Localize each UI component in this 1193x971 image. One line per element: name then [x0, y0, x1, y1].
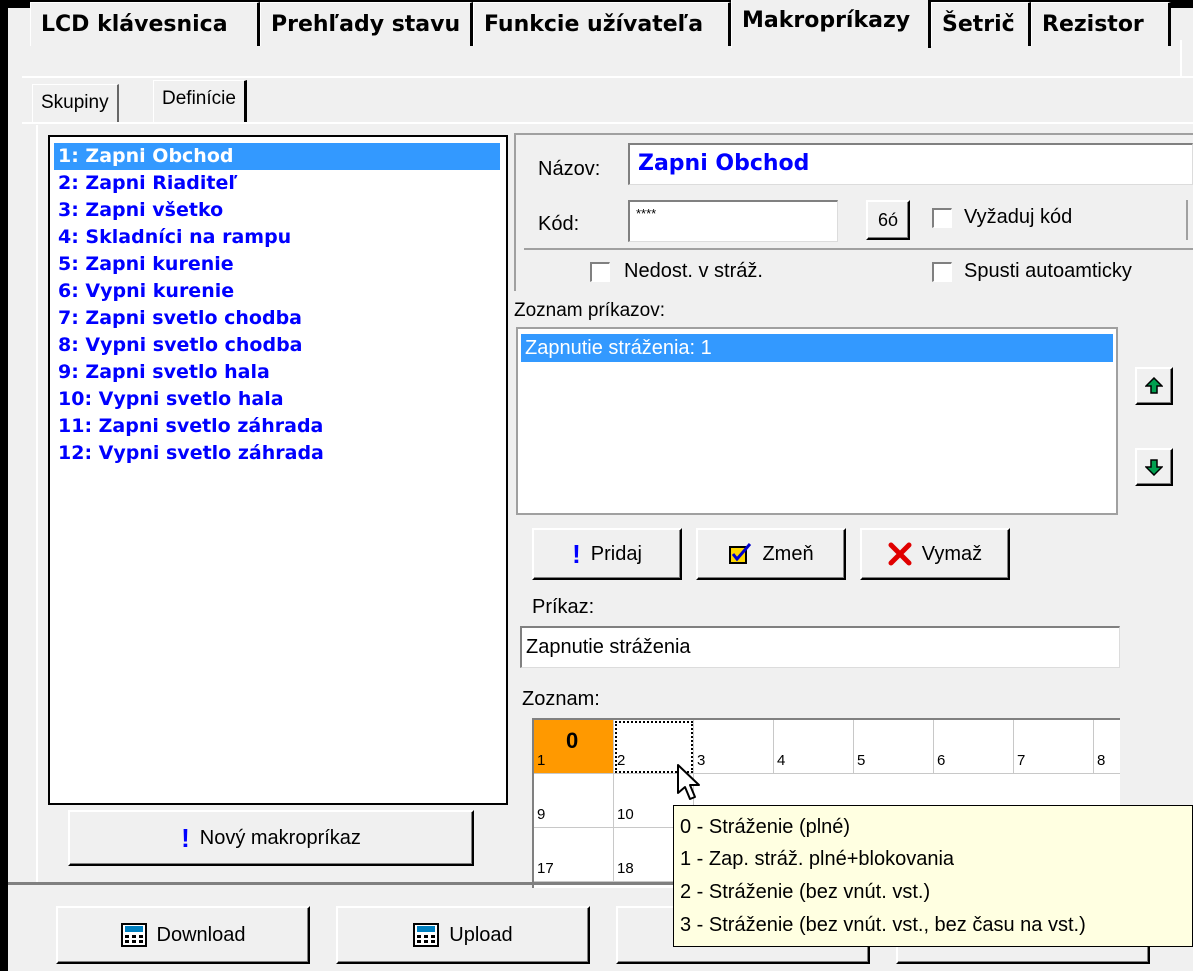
- add-command-button[interactable]: ! Pridaj: [532, 528, 682, 580]
- tooltip-line: 0 - Stráženie (plné): [680, 816, 851, 838]
- download-label: Download: [156, 923, 246, 946]
- macro-list-item[interactable]: 7: Zapni svetlo chodba: [54, 305, 500, 332]
- subtab-groups[interactable]: Skupiny: [32, 84, 119, 122]
- keypad-icon: [120, 923, 147, 947]
- commands-label: Zoznam príkazov:: [514, 300, 665, 321]
- glasses-icon: 6ó: [877, 209, 899, 230]
- grid-cell[interactable]: 7: [1014, 720, 1094, 774]
- move-up-button[interactable]: [1135, 367, 1173, 405]
- move-down-button[interactable]: [1135, 448, 1173, 486]
- grid-cell-number: 9: [537, 806, 546, 823]
- unavailable-armed-checkbox[interactable]: [590, 262, 610, 282]
- grid-cell[interactable]: 8: [1094, 720, 1120, 774]
- grid-cell-value: 0: [566, 728, 579, 753]
- grid-cell-number: 17: [537, 860, 554, 877]
- command-label: Príkaz:: [532, 596, 595, 618]
- auto-run-checkbox[interactable]: [932, 262, 952, 282]
- delete-command-button[interactable]: Vymaž: [860, 528, 1010, 580]
- grid-cell[interactable]: 3: [694, 720, 774, 774]
- new-macro-label: Nový makropríkaz: [199, 826, 361, 849]
- grid-cell-number: 1: [537, 752, 546, 769]
- unavailable-armed-label: Nedost. v stráž.: [624, 260, 763, 282]
- show-code-button[interactable]: 6ó: [866, 200, 910, 240]
- upload-label: Upload: [449, 923, 513, 946]
- details-edge: [1186, 200, 1188, 240]
- commands-list[interactable]: Zapnutie stráženia: 1: [516, 327, 1118, 515]
- tooltip-line: 3 - Stráženie (bez vnút. vst., bez času …: [680, 914, 1086, 936]
- grid-cell-number: 2: [617, 752, 626, 769]
- exclamation-icon: !: [181, 822, 190, 853]
- arrow-up-icon: [1145, 377, 1163, 394]
- name-field[interactable]: Zapni Obchod: [628, 143, 1193, 185]
- exclamation-icon: !: [572, 538, 581, 569]
- grid-cell-number: 18: [617, 860, 634, 877]
- grid-cell[interactable]: 9: [534, 774, 614, 828]
- command-field[interactable]: Zapnutie stráženia: [520, 626, 1120, 668]
- tab-lcd-keypad[interactable]: LCD klávesnica: [30, 2, 260, 46]
- macro-list-item[interactable]: 1: Zapni Obchod: [54, 143, 500, 170]
- tab-scroll-edge: [1180, 40, 1192, 76]
- auto-run-label: Spusti autoamticky: [964, 260, 1132, 282]
- arrow-down-icon: [1145, 459, 1163, 476]
- delete-command-label: Vymaž: [921, 542, 983, 565]
- grid-cell[interactable]: 6: [934, 720, 1014, 774]
- checkbox-edit-icon: [729, 543, 752, 564]
- tab-screensaver[interactable]: Šetrič: [931, 2, 1031, 46]
- new-macro-button[interactable]: ! Nový makropríkaz: [68, 810, 474, 866]
- tab-user-functions[interactable]: Funkcie užívateľa: [473, 2, 731, 46]
- code-field[interactable]: ****: [628, 200, 838, 242]
- macro-list-item[interactable]: 12: Vypni svetlo záhrada: [54, 440, 500, 467]
- macro-list-item[interactable]: 9: Zapni svetlo hala: [54, 359, 500, 386]
- code-label: Kód:: [538, 213, 580, 235]
- macro-list[interactable]: 1: Zapni Obchod 2: Zapni Riaditeľ 3: Zapni…: [48, 135, 508, 805]
- keypad-icon: [413, 923, 440, 947]
- macro-list-item[interactable]: 3: Zapni všetko: [54, 197, 500, 224]
- grid-cell-number: 4: [777, 752, 786, 769]
- command-item[interactable]: Zapnutie stráženia: 1: [521, 334, 1113, 362]
- grid-cell-selected[interactable]: 1 0: [534, 720, 614, 774]
- require-code-checkbox[interactable]: [932, 208, 952, 228]
- grid-cell[interactable]: 17: [534, 828, 614, 882]
- tooltip: 0 - Stráženie (plné) 1 - Zap. stráž. pln…: [673, 805, 1193, 947]
- macro-list-item[interactable]: 8: Vypni svetlo chodba: [54, 332, 500, 359]
- delete-x-icon: [888, 542, 912, 566]
- edit-command-label: Zmeň: [762, 542, 814, 565]
- grid-cell-number: 5: [857, 752, 866, 769]
- macro-list-item[interactable]: 2: Zapni Riaditeľ: [54, 170, 500, 197]
- macro-list-item[interactable]: 5: Zapni kurenie: [54, 251, 500, 278]
- list-label: Zoznam:: [522, 688, 600, 710]
- macro-list-item[interactable]: 6: Vypni kurenie: [54, 278, 500, 305]
- grid-cell[interactable]: 5: [854, 720, 934, 774]
- tooltip-line: 1 - Zap. stráž. plné+blokovania: [680, 848, 955, 870]
- grid-cell-number: 10: [617, 806, 634, 823]
- grid-cell-number: 6: [937, 752, 946, 769]
- upload-button[interactable]: Upload: [336, 906, 590, 964]
- name-label: Názov:: [538, 158, 601, 180]
- subtab-definitions[interactable]: Definície: [153, 80, 247, 122]
- details-separator: [524, 248, 1193, 250]
- mouse-cursor-icon: [677, 764, 700, 800]
- subtab-divider: [22, 122, 1193, 124]
- add-command-label: Pridaj: [590, 542, 642, 565]
- grid-cell-number: 7: [1017, 752, 1026, 769]
- tooltip-line: 2 - Stráženie (bez vnút. vst.): [680, 881, 931, 903]
- require-code-label: Vyžaduj kód: [964, 206, 1073, 228]
- macro-list-item[interactable]: 10: Vypni svetlo hala: [54, 386, 500, 413]
- left-panel-border: [36, 125, 38, 885]
- grid-cell-number: 8: [1097, 752, 1106, 769]
- tab-macros[interactable]: Makropríkazy: [731, 0, 931, 48]
- macro-list-item[interactable]: 4: Skladníci na rampu: [54, 224, 500, 251]
- tab-status-overview[interactable]: Prehľady stavu: [260, 2, 473, 46]
- tab-divider: [22, 76, 1193, 78]
- grid-cell[interactable]: 4: [774, 720, 854, 774]
- edit-command-button[interactable]: Zmeň: [696, 528, 846, 580]
- download-button[interactable]: Download: [56, 906, 310, 964]
- tab-resistor[interactable]: Rezistor: [1031, 2, 1171, 46]
- macro-list-item[interactable]: 11: Zapni svetlo záhrada: [54, 413, 500, 440]
